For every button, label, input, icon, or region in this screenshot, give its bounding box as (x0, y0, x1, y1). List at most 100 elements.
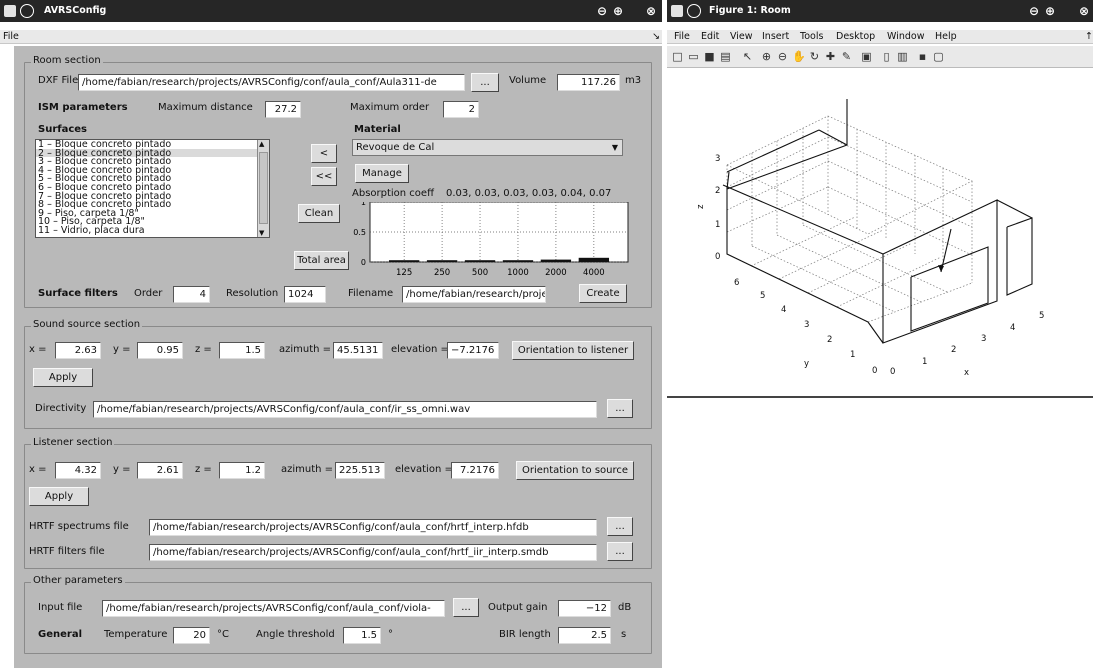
listener-apply-button[interactable]: Apply (29, 487, 89, 506)
surfaces-scrollbar[interactable]: ▲ ▼ (257, 140, 269, 237)
figure-menu-desktop[interactable]: Desktop (836, 31, 875, 42)
left-titlebar[interactable]: AVRSConfig ⊖ ⊕ ⊗ (0, 0, 662, 22)
input-file-field[interactable]: /home/fabian/research/projects/AVRSConfi… (102, 600, 445, 617)
directivity-field[interactable]: /home/fabian/research/projects/AVRSConfi… (93, 401, 597, 418)
clean-button[interactable]: Clean (298, 204, 340, 223)
open-file-icon[interactable]: ▭ (687, 50, 700, 63)
order-field[interactable]: 4 (173, 286, 210, 303)
hrtf-filters-browse-button[interactable]: ... (607, 542, 633, 561)
window-menu-icon[interactable] (20, 4, 34, 18)
surfaces-list[interactable]: 1 – Bloque concreto pintado 2 – Bloque co… (35, 139, 270, 238)
show-tools-icon[interactable]: ▢ (932, 50, 945, 63)
temperature-field[interactable]: 20 (173, 627, 210, 644)
hrtf-spectrums-label: HRTF spectrums file (29, 521, 129, 532)
menu-overflow-icon[interactable]: ↘ (652, 31, 660, 42)
bir-length-field[interactable]: 2.5 (558, 627, 611, 644)
figure-menu-help[interactable]: Help (935, 31, 957, 42)
source-azimuth-field[interactable]: 45.5131 (333, 342, 383, 359)
source-y-field[interactable]: 0.95 (137, 342, 183, 359)
figure-menu-tools[interactable]: Tools (800, 31, 823, 42)
figure-menubar: File Edit View Insert Tools Desktop Wind… (667, 30, 1093, 44)
listener-y-field[interactable]: 2.61 (137, 462, 183, 479)
zoom-in-icon[interactable]: ⊕ (760, 50, 773, 63)
data-cursor-icon[interactable]: ✚ (824, 50, 837, 63)
listener-elevation-field[interactable]: 7.2176 (451, 462, 499, 479)
chart-bar (388, 260, 420, 262)
angle-threshold-field[interactable]: 1.5 (343, 627, 381, 644)
source-elevation-field[interactable]: −7.2176 (447, 342, 499, 359)
x-tick-5: 5 (1039, 311, 1044, 321)
figure-menu-view[interactable]: View (730, 31, 753, 42)
legend-icon[interactable]: ▥ (896, 50, 909, 63)
figure-menu-window[interactable]: Window (887, 31, 924, 42)
save-icon[interactable]: ■ (703, 50, 716, 63)
source-z-field[interactable]: 1.5 (219, 342, 265, 359)
source-apply-button[interactable]: Apply (33, 368, 93, 387)
chart-x-tick-label: 1000 (507, 268, 529, 278)
surfaces-items: 1 – Bloque concreto pintado 2 – Bloque co… (36, 140, 269, 235)
input-file-browse-button[interactable]: ... (453, 598, 479, 617)
directivity-browse-button[interactable]: ... (607, 399, 633, 418)
dxf-path-field[interactable]: /home/fabian/research/projects/AVRSConfi… (78, 74, 465, 91)
colorbar-icon[interactable]: ▯ (880, 50, 893, 63)
scroll-thumb[interactable] (259, 152, 268, 224)
listener-azimuth-field[interactable]: 225.513 (335, 462, 385, 479)
resolution-field[interactable]: 1024 (284, 286, 326, 303)
zoom-out-icon[interactable]: ⊖ (776, 50, 789, 63)
listener-z-field[interactable]: 1.2 (219, 462, 265, 479)
surface-list-item[interactable]: 11 – Vidrio, placa dura (36, 226, 269, 235)
print-icon[interactable]: ▤ (719, 50, 732, 63)
figure-window-menu-icon[interactable] (687, 4, 701, 18)
sound-source-section: Sound source section x = 2.63 y = 0.95 z… (24, 319, 652, 429)
minimize-icon[interactable]: ⊖ (597, 4, 607, 18)
dxf-browse-button[interactable]: ... (471, 73, 499, 92)
chart-bar (578, 257, 610, 262)
manage-button[interactable]: Manage (355, 164, 409, 183)
output-gain-field[interactable]: −12 (558, 600, 611, 617)
material-value: Revoque de Cal (356, 142, 435, 153)
volume-field[interactable]: 117.26 (557, 74, 620, 91)
figure-maximize-icon[interactable]: ⊕ (1045, 4, 1055, 18)
pointer-icon[interactable]: ↖ (741, 50, 754, 63)
chevron-down-icon: ▼ (611, 143, 618, 152)
material-dropdown[interactable]: Revoque de Cal ▼ (352, 139, 623, 156)
figure-minimize-icon[interactable]: ⊖ (1029, 4, 1039, 18)
hrtf-spectrums-field[interactable]: /home/fabian/research/projects/AVRSConfi… (149, 519, 597, 536)
scroll-up-icon[interactable]: ▲ (259, 140, 264, 148)
orientation-to-listener-button[interactable]: Orientation to listener (512, 341, 634, 360)
maximize-icon[interactable]: ⊕ (613, 4, 623, 18)
create-button[interactable]: Create (579, 284, 627, 303)
ism-label: ISM parameters (38, 102, 128, 113)
orientation-to-source-button[interactable]: Orientation to source (516, 461, 634, 480)
right-titlebar[interactable]: Figure 1: Room ⊖ ⊕ ⊗ (667, 0, 1093, 22)
max-distance-field[interactable]: 27.2 (265, 101, 301, 118)
figure-menu-edit[interactable]: Edit (701, 31, 719, 42)
x-tick-1: 1 (922, 357, 927, 367)
close-icon[interactable]: ⊗ (646, 4, 656, 18)
filename-field[interactable]: /home/fabian/research/projects/A (402, 286, 546, 303)
scroll-down-icon[interactable]: ▼ (259, 229, 264, 237)
listener-x-field[interactable]: 4.32 (55, 462, 101, 479)
hide-tools-icon[interactable]: ▪ (916, 50, 929, 63)
hrtf-spectrums-browse-button[interactable]: ... (607, 517, 633, 536)
brush-icon[interactable]: ✎ (840, 50, 853, 63)
rotate-icon[interactable]: ↻ (808, 50, 821, 63)
pan-icon[interactable]: ✋ (792, 50, 806, 63)
figure-close-icon[interactable]: ⊗ (1079, 4, 1089, 18)
x-tick-4: 4 (1010, 323, 1015, 333)
room-3d-plot[interactable]: 3 2 1 0 z 6 5 4 3 2 1 0 y 0 1 2 3 4 5 x (667, 69, 1093, 396)
menu-file[interactable]: File (3, 31, 19, 42)
new-figure-icon[interactable]: □ (671, 50, 684, 63)
max-order-field[interactable]: 2 (443, 101, 479, 118)
hrtf-filters-field[interactable]: /home/fabian/research/projects/AVRSConfi… (149, 544, 597, 561)
figure-menu-insert[interactable]: Insert (762, 31, 789, 42)
figure-menu-overflow-icon[interactable]: ↑ (1085, 31, 1093, 42)
room-legend: Room section (31, 55, 103, 66)
figure-menu-file[interactable]: File (674, 31, 690, 42)
remove-all-button[interactable]: << (311, 167, 337, 186)
remove-one-button[interactable]: < (311, 144, 337, 163)
z-tick-2: 2 (715, 186, 720, 196)
room-section: Room section DXF File /home/fabian/resea… (24, 55, 652, 308)
link-icon[interactable]: ▣ (860, 50, 873, 63)
source-x-field[interactable]: 2.63 (55, 342, 101, 359)
